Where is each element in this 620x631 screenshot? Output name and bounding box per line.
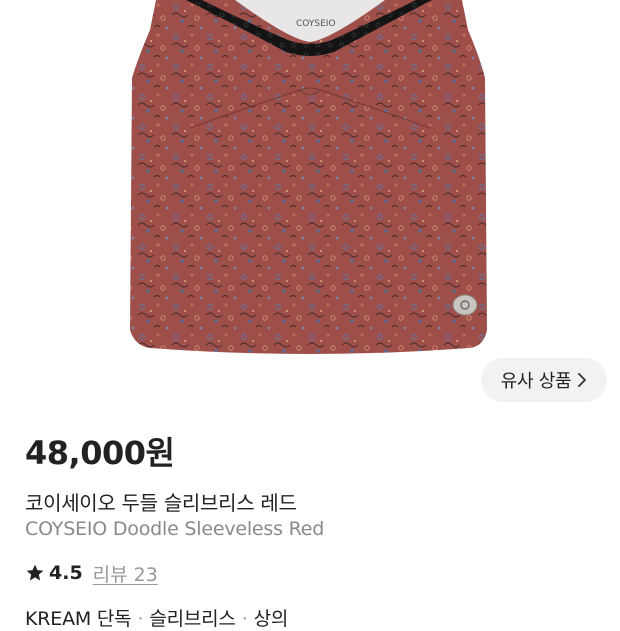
- brand-print: COYSEIO: [296, 19, 336, 29]
- product-name-english: COYSEIO Doodle Sleeveless Red: [25, 518, 325, 540]
- similar-products-label: 유사 상품: [500, 371, 572, 392]
- tag-item[interactable]: 상의: [254, 608, 289, 630]
- product-image[interactable]: COYSEIO 유사 상품: [0, 0, 620, 410]
- review-link[interactable]: 리뷰 23: [93, 560, 158, 587]
- tag-item[interactable]: 슬리브리스: [149, 608, 236, 630]
- product-tags: KREAM 단독 · 슬리브리스 · 상의: [25, 604, 288, 631]
- tag-item[interactable]: KREAM 단독: [25, 608, 132, 630]
- tag-separator: ·: [137, 608, 144, 630]
- product-name-korean: 코이세이오 두들 슬리브리스 레드: [25, 491, 297, 515]
- rating-score: 4.5: [49, 562, 83, 584]
- rating-row: 4.5 리뷰 23: [25, 560, 158, 586]
- tag-separator: ·: [241, 608, 248, 630]
- similar-products-button[interactable]: 유사 상품: [481, 358, 607, 402]
- star-icon: [26, 564, 44, 581]
- sleeveless-top-image: COYSEIO: [130, 0, 487, 354]
- chevron-right-icon: [578, 373, 587, 387]
- product-price: 48,000원: [25, 434, 175, 472]
